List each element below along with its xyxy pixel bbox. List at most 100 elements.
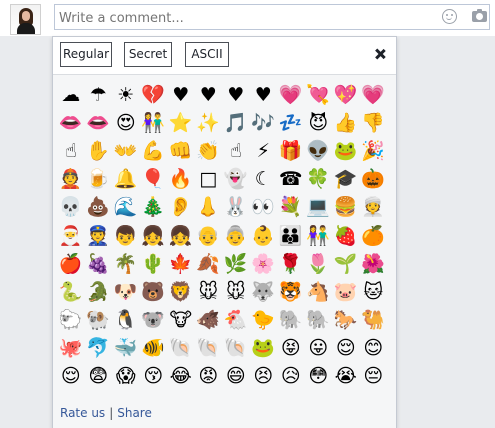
- emoji-button[interactable]: 🐗: [195, 307, 223, 335]
- emoji-button[interactable]: 😨: [85, 363, 113, 391]
- emoji-button[interactable]: 🌵: [140, 250, 168, 278]
- emoji-button[interactable]: ♥: [250, 81, 278, 109]
- emoji-button[interactable]: 🐷: [332, 278, 360, 306]
- emoji-button[interactable]: 🐎: [332, 307, 360, 335]
- emoji-button[interactable]: ☀: [112, 81, 140, 109]
- emoji-button[interactable]: 💔: [140, 81, 168, 109]
- emoji-button[interactable]: 💩: [85, 194, 113, 222]
- emoji-button[interactable]: 🍓: [332, 222, 360, 250]
- emoji-button[interactable]: □: [195, 166, 223, 194]
- emoji-button[interactable]: 🌷: [305, 250, 333, 278]
- emoji-button[interactable]: 🐱: [360, 278, 388, 306]
- emoji-button[interactable]: 🌴: [112, 250, 140, 278]
- emoji-button[interactable]: 🎁: [277, 137, 305, 165]
- emoji-button[interactable]: 👽: [305, 137, 333, 165]
- emoji-button[interactable]: 👎: [360, 109, 388, 137]
- emoji-button[interactable]: 💖: [332, 81, 360, 109]
- emoji-button[interactable]: 😡: [195, 363, 223, 391]
- comment-box[interactable]: [54, 4, 490, 30]
- emoji-button[interactable]: 🎈: [140, 166, 168, 194]
- emoji-button[interactable]: 🎵: [222, 109, 250, 137]
- camera-icon[interactable]: [472, 9, 487, 22]
- emoji-button[interactable]: 🔥: [167, 166, 195, 194]
- emoji-button[interactable]: 🍁: [167, 250, 195, 278]
- emoji-button[interactable]: 😈: [305, 109, 333, 137]
- emoji-button[interactable]: 😂: [167, 363, 195, 391]
- emoji-button[interactable]: 👴: [195, 222, 223, 250]
- emoji-button[interactable]: 🍺: [85, 166, 113, 194]
- emoji-button[interactable]: 👻: [222, 166, 250, 194]
- emoji-button[interactable]: 👵: [222, 222, 250, 250]
- emoji-button[interactable]: 🍎: [57, 250, 85, 278]
- emoji-button[interactable]: ✋: [85, 137, 113, 165]
- emoji-button[interactable]: 😄: [222, 363, 250, 391]
- emoji-button[interactable]: 🐚: [222, 335, 250, 363]
- emoji-button[interactable]: 🐧: [112, 307, 140, 335]
- emoji-button[interactable]: 🐴: [305, 278, 333, 306]
- emoji-button[interactable]: 🐘: [277, 307, 305, 335]
- emoji-button[interactable]: ☎: [277, 166, 305, 194]
- emoji-button[interactable]: 👦: [112, 222, 140, 250]
- emoji-button[interactable]: ♥: [222, 81, 250, 109]
- emoji-button[interactable]: 😌: [57, 363, 85, 391]
- emoji-button[interactable]: 🐭: [195, 278, 223, 306]
- emoji-button[interactable]: 👶: [250, 222, 278, 250]
- emoji-button[interactable]: 😚: [140, 363, 168, 391]
- emoji-button[interactable]: 🐺: [250, 278, 278, 306]
- tab-secret[interactable]: Secret: [124, 42, 172, 67]
- emoji-button[interactable]: 👊: [167, 137, 195, 165]
- emoji-button[interactable]: ☾: [250, 166, 278, 194]
- emoji-button[interactable]: 🍂: [195, 250, 223, 278]
- emoji-button[interactable]: 🎅: [57, 222, 85, 250]
- emoji-button[interactable]: 🐙: [57, 335, 85, 363]
- emoji-button[interactable]: 🎃: [360, 166, 388, 194]
- emoji-button[interactable]: 🍀: [305, 166, 333, 194]
- emoji-button[interactable]: 🐮: [167, 307, 195, 335]
- emoji-button[interactable]: 🐸: [250, 335, 278, 363]
- emoji-button[interactable]: 🐳: [112, 335, 140, 363]
- emoji-button[interactable]: 👐: [112, 137, 140, 165]
- emoji-button[interactable]: 💐: [277, 194, 305, 222]
- emoji-button[interactable]: 👄: [57, 109, 85, 137]
- avatar[interactable]: [10, 4, 41, 35]
- emoji-button[interactable]: ⭐: [167, 109, 195, 137]
- emoji-button[interactable]: 🍊: [360, 222, 388, 250]
- emoji-button[interactable]: 😭: [332, 363, 360, 391]
- emoji-button[interactable]: 🌺: [360, 250, 388, 278]
- emoji-button[interactable]: ✨: [195, 109, 223, 137]
- emoji-button[interactable]: 🐚: [195, 335, 223, 363]
- emoji-button[interactable]: 🎓: [332, 166, 360, 194]
- emoji-button[interactable]: 👧: [167, 222, 195, 250]
- comment-input[interactable]: [59, 9, 429, 27]
- emoji-button[interactable]: 👳: [360, 194, 388, 222]
- emoji-button[interactable]: 🐍: [57, 278, 85, 306]
- emoji-button[interactable]: 🍇: [85, 250, 113, 278]
- emoji-button[interactable]: 👫: [305, 222, 333, 250]
- emoji-button[interactable]: 👂: [167, 194, 195, 222]
- emoji-button[interactable]: 😱: [112, 363, 140, 391]
- emoji-button[interactable]: ⚡: [250, 137, 278, 165]
- emoji-button[interactable]: 🐔: [222, 307, 250, 335]
- emoji-button[interactable]: 🐭: [222, 278, 250, 306]
- emoji-button[interactable]: 🐬: [85, 335, 113, 363]
- emoji-button[interactable]: 😌: [332, 335, 360, 363]
- emoji-button[interactable]: 🎶: [250, 109, 278, 137]
- emoji-button[interactable]: 🐠: [140, 335, 168, 363]
- emoji-button[interactable]: 🎄: [140, 194, 168, 222]
- emoji-button[interactable]: 🌊: [112, 194, 140, 222]
- tab-regular[interactable]: Regular: [60, 42, 112, 67]
- emoji-button[interactable]: 🐻: [140, 278, 168, 306]
- emoji-button[interactable]: 😊: [360, 335, 388, 363]
- emoji-button[interactable]: 🌸: [250, 250, 278, 278]
- emoji-button[interactable]: 🐫: [360, 307, 388, 335]
- emoji-button[interactable]: 💗: [360, 81, 388, 109]
- emoji-button[interactable]: 👍: [332, 109, 360, 137]
- emoji-button[interactable]: 👀: [250, 194, 278, 222]
- emoji-button[interactable]: 🐚: [167, 335, 195, 363]
- emoji-button[interactable]: 🌹: [277, 250, 305, 278]
- emoji-button[interactable]: 🐑: [57, 307, 85, 335]
- emoji-button[interactable]: 🎉: [360, 137, 388, 165]
- emoji-button[interactable]: 💻: [305, 194, 333, 222]
- emoji-button[interactable]: 🐊: [85, 278, 113, 306]
- emoji-button[interactable]: 🔔: [112, 166, 140, 194]
